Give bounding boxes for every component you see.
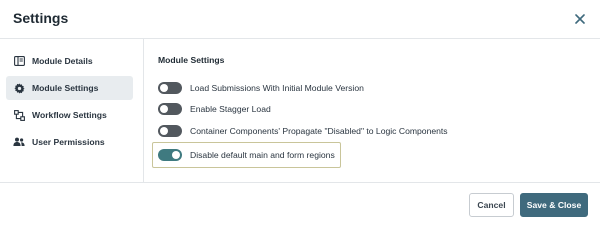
dialog-header: Settings xyxy=(0,0,600,39)
setting-label: Enable Stagger Load xyxy=(190,104,271,114)
close-icon xyxy=(575,14,585,24)
toggle-stagger-load[interactable] xyxy=(158,103,182,115)
workflow-icon xyxy=(13,109,25,121)
save-close-button[interactable]: Save & Close xyxy=(520,193,588,217)
module-details-icon xyxy=(13,55,25,67)
setting-propagate-disabled: Container Components' Propagate "Disable… xyxy=(158,123,448,139)
sidebar-item-label: Module Settings xyxy=(32,83,99,93)
sidebar-item-workflow-settings[interactable]: Workflow Settings xyxy=(6,103,133,127)
setting-label: Container Components' Propagate "Disable… xyxy=(190,126,448,136)
section-title: Module Settings xyxy=(158,55,225,65)
sidebar-item-module-settings[interactable]: Module Settings xyxy=(6,76,133,100)
dialog-title: Settings xyxy=(13,10,69,26)
setting-label: Disable default main and form regions xyxy=(190,150,335,160)
setting-load-submissions: Load Submissions With Initial Module Ver… xyxy=(158,80,364,96)
close-button[interactable] xyxy=(572,11,588,27)
setting-disable-default-regions: Disable default main and form regions xyxy=(152,142,341,168)
sidebar-item-user-permissions[interactable]: User Permissions xyxy=(6,130,133,154)
sidebar-item-label: Module Details xyxy=(32,56,93,66)
setting-stagger-load: Enable Stagger Load xyxy=(158,101,271,117)
sidebar-item-label: Workflow Settings xyxy=(32,110,107,120)
sidebar-item-module-details[interactable]: Module Details xyxy=(6,49,133,73)
sidebar-item-label: User Permissions xyxy=(32,137,105,147)
toggle-disable-default-regions[interactable] xyxy=(158,149,182,161)
dialog-footer: Cancel Save & Close xyxy=(0,182,600,224)
settings-sidebar: Module Details Module Settings Workflow … xyxy=(0,39,144,182)
module-settings-panel: Module Settings Load Submissions With In… xyxy=(145,39,600,182)
gear-icon xyxy=(13,82,25,94)
users-icon xyxy=(13,136,25,148)
settings-dialog: Settings Module Details Module Settings … xyxy=(0,0,600,224)
cancel-button[interactable]: Cancel xyxy=(469,193,514,217)
toggle-load-submissions[interactable] xyxy=(158,82,182,94)
setting-label: Load Submissions With Initial Module Ver… xyxy=(190,83,364,93)
toggle-propagate-disabled[interactable] xyxy=(158,125,182,137)
